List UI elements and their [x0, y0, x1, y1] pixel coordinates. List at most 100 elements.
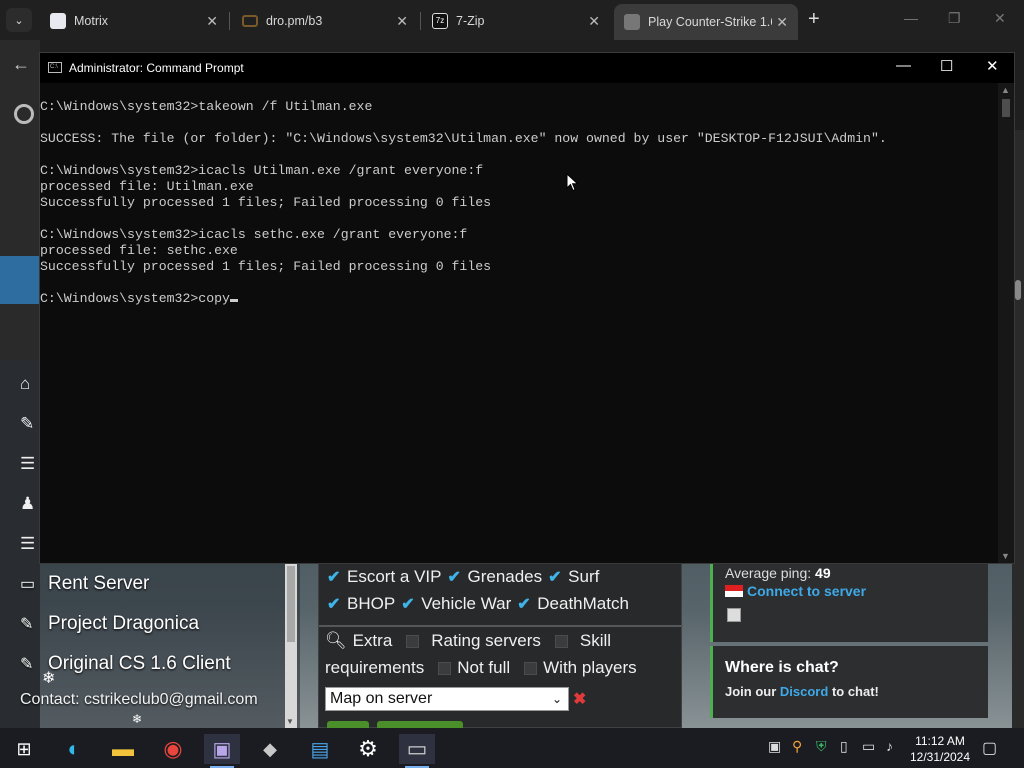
singapore-flag-icon	[725, 585, 743, 597]
back-arrow-icon[interactable]: ←	[12, 54, 30, 75]
mode-escort-vip[interactable]: Escort a VIP	[347, 567, 441, 587]
taskbar-settings[interactable]: ⚙	[350, 734, 386, 764]
console-input-line[interactable]: C:\Windows\system32>copy	[40, 291, 1000, 307]
taskbar-command-prompt[interactable]: ▭	[399, 734, 435, 768]
home-icon[interactable]: ⌂	[20, 374, 30, 394]
map-select[interactable]: Map on server ⌄	[325, 687, 569, 711]
skill-checkbox[interactable]	[554, 634, 568, 648]
check-icon[interactable]: ✔	[447, 567, 461, 587]
package-icon: ◆	[263, 738, 277, 759]
scrollbar-thumb[interactable]	[287, 566, 295, 642]
cmd-close-button[interactable]: ✕	[986, 57, 999, 75]
check-icon[interactable]: ✔	[401, 594, 415, 614]
rating-checkbox[interactable]	[406, 634, 420, 648]
nav-rent-server[interactable]: ▭ Rent Server	[20, 573, 149, 595]
cmd-minimize-button[interactable]: —	[896, 57, 911, 74]
broken-image-icon	[727, 608, 741, 622]
requirements-row: requirements Not full With players	[325, 658, 637, 678]
system-clock[interactable]: 11:12 AM 12/31/2024	[908, 733, 972, 765]
ping-value: 49	[815, 565, 831, 581]
browser-close-button[interactable]: ✕	[994, 10, 1006, 27]
contact-email[interactable]: Contact: cstrikeclub0@gmail.com	[20, 691, 258, 709]
scrollbar-thumb[interactable]	[1015, 280, 1021, 300]
extra-filter-row: 🔍︎ Extra Rating servers Skill	[325, 631, 611, 651]
cmd-console-output[interactable]: C:\Windows\system32>takeown /f Utilman.e…	[40, 99, 1000, 561]
clear-filter-icon[interactable]: ✖	[573, 689, 586, 709]
ping-label: Average ping:	[725, 565, 812, 581]
cmd-title-bar[interactable]: C:\ Administrator: Command Prompt — ☐ ✕	[40, 53, 1014, 83]
tab-close-icon[interactable]: ✕	[396, 13, 408, 30]
scroll-down-icon[interactable]: ▼	[1001, 551, 1010, 561]
page-scrollbar[interactable]: ▼	[285, 562, 297, 728]
scrollbar-thumb[interactable]	[1002, 99, 1010, 117]
mouse-pointer-icon	[566, 173, 579, 192]
taskbar-edge[interactable]: ◐	[56, 734, 92, 764]
cmd-maximize-button[interactable]: ☐	[940, 57, 953, 75]
tab-close-icon[interactable]: ✕	[588, 13, 600, 30]
tab-title: 7-Zip	[456, 14, 485, 28]
tray-app-icon[interactable]: ▣	[768, 738, 781, 755]
scroll-up-icon[interactable]: ▲	[1001, 85, 1010, 95]
mode-row-1: ✔ Escort a VIP ✔ Grenades ✔ Surf	[327, 567, 599, 587]
check-icon[interactable]: ✔	[517, 594, 531, 614]
cmd-scrollbar[interactable]: ▲ ▼	[998, 83, 1014, 563]
check-icon[interactable]: ✔	[327, 594, 341, 614]
mode-deathmatch[interactable]: DeathMatch	[537, 594, 629, 614]
mode-surf[interactable]: Surf	[568, 567, 599, 587]
connect-label: Connect to server	[747, 583, 867, 599]
tab-close-icon[interactable]: ✕	[776, 14, 788, 31]
user-icon[interactable]: ♟	[20, 494, 35, 514]
taskbar-remote-desktop[interactable]: ▤	[302, 734, 338, 764]
list-icon[interactable]: ☰	[20, 454, 35, 474]
console-line: C:\Windows\system32>icacls Utilman.exe /…	[40, 163, 484, 178]
list-icon[interactable]: ☰	[20, 534, 35, 554]
search-icon: 🔍︎	[325, 631, 347, 650]
edit-icon[interactable]: ✎	[20, 414, 34, 434]
chat-title: Where is chat?	[725, 659, 839, 676]
check-icon[interactable]: ✔	[548, 567, 562, 587]
discord-link[interactable]: Discord	[780, 684, 828, 699]
tray-usb-icon[interactable]: ▯	[840, 738, 848, 755]
start-button[interactable]: ⊞	[6, 734, 42, 764]
taskbar-package[interactable]: ◆	[252, 734, 288, 764]
taskbar-file-explorer[interactable]: ▬	[105, 734, 141, 764]
mode-bhop[interactable]: BHOP	[347, 594, 395, 614]
tab-dro-pm[interactable]: dro.pm/b3 ✕	[232, 6, 418, 36]
connect-to-server-link[interactable]: Connect to server	[725, 583, 866, 599]
mode-vehicle-war[interactable]: Vehicle War	[421, 594, 511, 614]
tab-7zip[interactable]: 7z 7-Zip ✕	[422, 6, 610, 36]
notification-icon[interactable]: ▢	[982, 738, 997, 758]
taskbar-chrome[interactable]: ◉	[155, 734, 191, 764]
tray-network-icon[interactable]: ▭	[862, 738, 875, 755]
mode-grenades[interactable]: Grenades	[467, 567, 542, 587]
nav-project-dragonica[interactable]: ✎ Project Dragonica	[20, 613, 199, 635]
tray-volume-icon[interactable]: ♪	[886, 738, 893, 754]
tab-search-dropdown[interactable]: ⌄	[6, 8, 32, 32]
with-players-label: With players	[543, 658, 637, 677]
folder-icon	[242, 15, 258, 27]
chrome-icon: ◉	[163, 736, 183, 761]
tab-close-icon[interactable]: ✕	[206, 13, 218, 30]
browser-restore-button[interactable]: ❐	[948, 10, 961, 27]
with-players-checkbox[interactable]	[524, 661, 538, 675]
browser-minimize-button[interactable]: —	[904, 10, 918, 26]
tray-search-icon[interactable]: ⚲	[792, 738, 802, 755]
file-explorer-icon: ▬	[112, 736, 134, 761]
check-icon[interactable]: ✔	[327, 567, 341, 587]
nav-link-label: Original CS 1.6 Client	[48, 653, 231, 674]
chat-join-line: Join our Discord to chat!	[725, 684, 879, 699]
tab-counter-strike[interactable]: Play Counter-Strike 1.6 ✕	[614, 4, 798, 40]
filter-divider	[319, 625, 683, 627]
7zip-icon: 7z	[432, 13, 448, 29]
cmd-window-title: Administrator: Command Prompt	[69, 61, 244, 75]
not-full-checkbox[interactable]	[438, 661, 452, 675]
tab-motrix[interactable]: Motrix ✕	[40, 6, 228, 36]
console-line: processed file: Utilman.exe	[40, 179, 254, 194]
tray-shield-icon[interactable]: ⛨	[816, 738, 827, 755]
scroll-down-icon[interactable]: ▼	[286, 717, 294, 726]
new-tab-button[interactable]: +	[808, 9, 820, 29]
taskbar-purple-app[interactable]: ▣	[204, 734, 240, 768]
site-info-icon[interactable]	[14, 104, 34, 124]
